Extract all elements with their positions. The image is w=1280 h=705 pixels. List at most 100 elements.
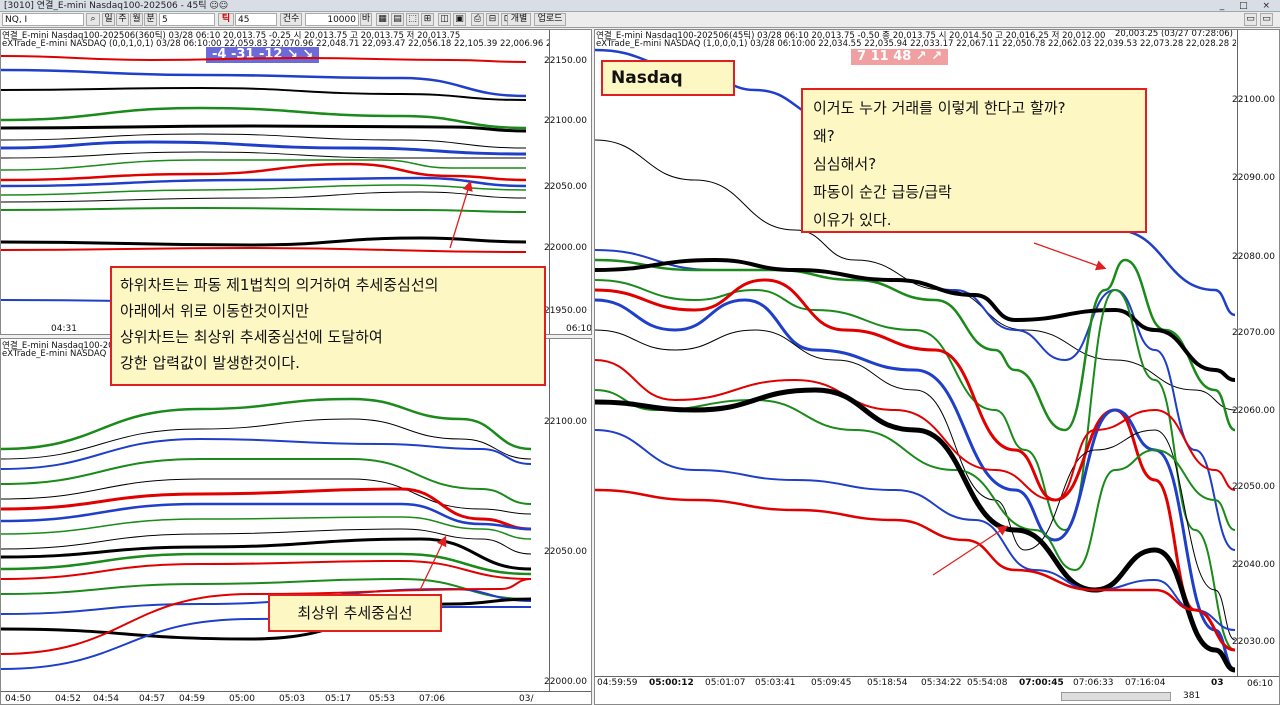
tick-value-select[interactable]: 45 xyxy=(235,13,277,26)
chart-toolbar: NQ, I ⌕ 일 주 월 분 5 틱 45 건수 10000 바 ▦ ▤ ⬚ … xyxy=(0,12,1280,28)
price-line xyxy=(1,140,527,156)
y-tick: 22090.00 xyxy=(1232,173,1275,183)
x-tick: 04:31 xyxy=(51,324,77,334)
tick-button[interactable]: 틱 xyxy=(218,13,234,26)
note-line: 하위차트는 파동 제1법칙의 의거하여 추세중심선의 xyxy=(120,276,439,294)
price-line xyxy=(1,184,527,196)
price-line xyxy=(595,329,1236,641)
price-line xyxy=(1,207,527,213)
x-tick: 05:18:54 xyxy=(867,678,908,688)
y-tick: 22100.00 xyxy=(544,417,587,427)
y-tick: 22000.00 xyxy=(544,243,587,253)
price-lines-plot[interactable] xyxy=(1,339,549,691)
y-tick: 22000.00 xyxy=(544,677,587,687)
toolbar-tool-icon-10[interactable]: ▭ xyxy=(1260,13,1273,26)
y-axis: 22100.00 22050.00 22000.00 xyxy=(544,339,591,691)
toolbar-tool-icon-9[interactable]: ▭ xyxy=(1244,13,1257,26)
nasdaq-label: Nasdaq xyxy=(601,60,735,96)
toolbar-tool-icon-3[interactable]: ⬚ xyxy=(406,13,419,26)
price-line xyxy=(1,478,532,515)
price-line xyxy=(1,458,532,505)
window-controls[interactable]: _ □ × xyxy=(1220,0,1276,12)
price-line xyxy=(1,87,527,101)
price-line xyxy=(1,247,527,253)
separate-button[interactable]: 개별 xyxy=(507,13,531,26)
x-tick: 06:10 xyxy=(566,324,592,334)
x-tick: 05:53 xyxy=(369,694,395,704)
x-tick: 04:59 xyxy=(179,694,205,704)
price-line xyxy=(1,487,532,531)
toolbar-tool-icon-2[interactable]: ▤ xyxy=(391,13,404,26)
upload-button[interactable]: 업로드 xyxy=(534,13,566,26)
y-tick: 22080.00 xyxy=(1232,252,1275,262)
x-tick: 04:59:59 xyxy=(597,678,638,688)
x-tick: 05:03:41 xyxy=(755,678,796,688)
x-axis: 04:50 04:52 04:54 04:57 04:59 05:00 05:0… xyxy=(1,691,591,704)
note-line: 심심해서? xyxy=(813,155,877,173)
toolbar-tool-icon-5[interactable]: ◫ xyxy=(438,13,451,26)
toolbar-tool-icon-1[interactable]: ▦ xyxy=(376,13,389,26)
y-axis: 22150.00 22100.00 22050.00 22000.00 2195… xyxy=(544,30,591,334)
price-line xyxy=(1,124,527,133)
y-tick: 22030.00 xyxy=(1232,637,1275,647)
note-line: 이유가 있다. xyxy=(813,211,892,229)
search-icon[interactable]: ⌕ xyxy=(86,13,100,26)
annotation-note-3: 이거도 누가 거래를 이렇게 한다고 할까? 왜? 심심해서? 파동이 순간 급… xyxy=(801,88,1147,233)
x-tick: 07:06:33 xyxy=(1073,678,1114,688)
bar-count: 381 xyxy=(1183,691,1201,701)
x-tick: 05:17 xyxy=(325,694,351,704)
x-tick: 05:03 xyxy=(279,694,305,704)
note-line: 파동이 순간 급등/급락 xyxy=(813,183,952,201)
y-tick: 22070.00 xyxy=(1232,328,1275,338)
price-line xyxy=(1,588,532,615)
x-tick: 04:52 xyxy=(55,694,81,704)
x-tick: 07:00:45 xyxy=(1019,678,1064,688)
y-axis: 22100.00 22090.00 22080.00 22070.00 2206… xyxy=(1232,30,1279,676)
price-line xyxy=(1,397,532,451)
y-tick: 22150.00 xyxy=(544,56,587,66)
toolbar-tool-icon-7[interactable]: ⊟ xyxy=(486,13,499,26)
count-label: 건수 xyxy=(280,13,302,26)
price-line xyxy=(595,278,1236,652)
chart-panel-bottom-left[interactable]: 연결_E-mini Nasdaq100-202506(...) eXTrade_… xyxy=(0,338,592,705)
count-input[interactable]: 10000 xyxy=(305,13,359,26)
note-line: 왜? xyxy=(813,127,835,145)
y-tick: 21950.00 xyxy=(544,306,587,316)
period-week-button[interactable]: 주 xyxy=(116,13,129,26)
y-tick: 22100.00 xyxy=(544,116,587,126)
period-day-button[interactable]: 일 xyxy=(102,13,115,26)
price-line xyxy=(1,418,532,460)
y-tick: 22050.00 xyxy=(544,182,587,192)
annotation-note-2: 최상위 추세중심선 xyxy=(268,594,442,632)
price-line xyxy=(1,236,527,247)
x-tick: 05:09:45 xyxy=(811,678,852,688)
window-title: [3010] 연결_E-mini Nasdaq100-202506 - 45틱 … xyxy=(4,1,229,11)
price-line xyxy=(595,258,1236,432)
window-titlebar: [3010] 연결_E-mini Nasdaq100-202506 - 45틱 … xyxy=(0,0,1280,12)
period-month-button[interactable]: 월 xyxy=(130,13,143,26)
count-suffix: 바 xyxy=(360,13,372,26)
x-tick: 05:54:08 xyxy=(967,678,1008,688)
note-line: 강한 압력값이 발생한것이다. xyxy=(120,354,300,372)
annotation-note-1: 하위차트는 파동 제1법칙의 의거하여 추세중심선의 아래에서 위로 이동한것이… xyxy=(110,266,546,386)
toolbar-tool-icon-4[interactable]: ⊞ xyxy=(421,13,434,26)
y-tick: 22050.00 xyxy=(544,547,587,557)
note-line: 이거도 누가 거래를 이렇게 한다고 할까? xyxy=(813,99,1066,117)
period-minute-button[interactable]: 분 xyxy=(144,13,157,26)
x-axis: 04:59:59 05:00:12 05:01:07 05:03:41 05:0… xyxy=(595,676,1279,704)
price-line xyxy=(1,55,527,63)
note-line: 상위차트는 최상위 추세중심선에 도달하여 xyxy=(120,328,383,346)
note-line: 아래에서 위로 이동한것이지만 xyxy=(120,302,309,320)
price-line xyxy=(595,389,1236,571)
y-tick: 22040.00 xyxy=(1232,560,1275,570)
x-tick: 03/ xyxy=(519,694,534,704)
price-line xyxy=(1,516,532,540)
toolbar-tool-icon-6[interactable]: ▣ xyxy=(453,13,466,26)
symbol-select[interactable]: NQ, I xyxy=(2,13,84,26)
price-line xyxy=(1,159,526,171)
last-time: 06:10 xyxy=(1247,679,1273,689)
period-value-select[interactable]: 5 xyxy=(159,13,215,26)
horizontal-scrollbar[interactable] xyxy=(1061,692,1171,701)
print-icon[interactable]: ⎙ xyxy=(471,13,484,26)
price-line xyxy=(595,488,1236,652)
